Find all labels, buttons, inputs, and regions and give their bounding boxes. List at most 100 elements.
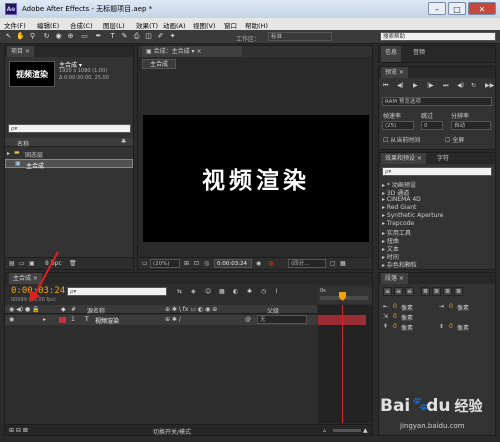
menu-effect[interactable]: 效果(T)	[136, 20, 158, 30]
selection-tool-icon[interactable]: ↖	[4, 32, 13, 41]
space-after-value[interactable]: 0	[449, 323, 453, 330]
graph-editor-icon[interactable]: ⌇	[275, 288, 278, 295]
bpc-label[interactable]: 8 bpc	[45, 260, 62, 267]
layer-name[interactable]: 视频渲染	[95, 316, 119, 325]
menu-file[interactable]: 文件(F)	[4, 20, 26, 30]
zoom-select[interactable]: (20%)	[150, 259, 180, 268]
loop-icon[interactable]: ↻	[471, 82, 476, 89]
align-center-icon[interactable]: ≡	[394, 287, 403, 296]
shy-layers-icon[interactable]: ☺	[205, 288, 211, 295]
hierarchy-icon[interactable]: ♣	[121, 138, 126, 145]
grid-icon[interactable]: ⊡	[194, 260, 199, 267]
help-search-input[interactable]: 搜索帮助	[380, 32, 496, 41]
trash-icon[interactable]: 🗑	[69, 260, 77, 267]
menu-layer[interactable]: 图层(L)	[103, 20, 125, 30]
color-channel-icon[interactable]: ◍	[268, 260, 273, 267]
pan-behind-tool-icon[interactable]: ⊕	[66, 32, 75, 41]
transparency-grid-icon[interactable]: ▦	[340, 260, 346, 267]
zoom-out-icon[interactable]: ▵	[323, 427, 326, 434]
project-tab[interactable]: 项目 ×	[7, 46, 34, 57]
resolution-select[interactable]: (四分...	[288, 259, 326, 268]
align-left-icon[interactable]: ≡	[383, 287, 392, 296]
prev-frame-icon[interactable]: ◀|	[397, 82, 404, 89]
first-frame-icon[interactable]: ⏮	[383, 82, 388, 90]
timeline-zoom-slider[interactable]	[333, 429, 361, 432]
brush-tool-icon[interactable]: ✎	[120, 32, 129, 41]
menu-window[interactable]: 窗口	[224, 20, 237, 30]
last-frame-icon[interactable]: ⏭	[443, 82, 448, 90]
toggle-switches-modes[interactable]: 切换开关/模式	[153, 427, 191, 436]
list-item[interactable]: ▸ CINEMA 4D	[382, 196, 421, 203]
zoom-tool-icon[interactable]: ⚲	[28, 32, 37, 41]
project-search-input[interactable]: ρ▾	[8, 124, 131, 133]
from-current-time-checkbox[interactable]: ☐ 从当前时间	[383, 135, 420, 144]
list-item[interactable]: ▸ Red Giant	[382, 204, 416, 211]
frame-blending-icon[interactable]: ▦	[219, 288, 225, 295]
zoom-in-icon[interactable]: ▲	[363, 427, 368, 434]
close-button[interactable]: ✕	[468, 2, 496, 15]
always-preview-icon[interactable]: ▭	[142, 260, 148, 267]
new-folder-icon[interactable]: ▭	[19, 260, 25, 267]
table-row[interactable]: ◉ ▸ 1 T 视频渲染 ⊕ ✱ / @ 无	[5, 315, 317, 325]
skip-select[interactable]: 0	[421, 121, 443, 130]
current-timecode[interactable]: 0:00:03:24	[11, 286, 65, 296]
minimize-button[interactable]: –	[428, 2, 446, 15]
full-screen-checkbox[interactable]: ☐ 全屏	[445, 135, 464, 144]
align-right-icon[interactable]: ≡	[405, 287, 414, 296]
pen-tool-icon[interactable]: ✒	[94, 32, 103, 41]
rectangle-tool-icon[interactable]: ▭	[80, 32, 89, 41]
comp-mini-flowchart-icon[interactable]: ⇆	[177, 288, 182, 295]
audio-tab[interactable]: 音频	[409, 46, 429, 62]
safe-zones-icon[interactable]: ⊞	[184, 260, 189, 267]
list-item[interactable]: ▸ Synthetic Aperture	[382, 212, 443, 219]
snapshot-icon[interactable]: ◎	[204, 260, 209, 267]
motion-blur-icon[interactable]: ◐	[233, 288, 238, 295]
source-name-header[interactable]: 源名称	[87, 306, 105, 315]
space-before-value[interactable]: 0	[393, 323, 397, 330]
av-switch-icon[interactable]: ◉ ◀) ● 🔒	[9, 306, 40, 313]
interpret-footage-icon[interactable]: ▤	[9, 260, 15, 267]
list-item[interactable]: ▸ Trapcode	[382, 220, 414, 227]
camera-tool-icon[interactable]: ◉	[54, 32, 63, 41]
expand-switches-icon[interactable]: ⊞ ⊟ ⊠	[9, 427, 28, 434]
region-of-interest-icon[interactable]: ▢	[330, 260, 336, 267]
roto-brush-tool-icon[interactable]: ✐	[156, 32, 165, 41]
text-tool-icon[interactable]: T	[108, 32, 117, 41]
menu-edit[interactable]: 编辑(E)	[37, 20, 59, 30]
character-tab[interactable]: 字符	[433, 153, 453, 164]
ram-preview-icon[interactable]: ▶▶	[485, 82, 494, 89]
maximize-button[interactable]: □	[448, 2, 466, 15]
expand-arrow-icon[interactable]: ▸	[43, 316, 46, 323]
menu-composition[interactable]: 合成(C)	[70, 20, 93, 30]
clone-stamp-tool-icon[interactable]: ⎙	[132, 32, 141, 41]
current-time-indicator[interactable]	[342, 305, 343, 423]
label-color-swatch[interactable]	[59, 317, 66, 323]
justify-left-icon[interactable]: ≣	[421, 287, 430, 296]
next-frame-icon[interactable]: |▶	[427, 82, 434, 89]
comp-viewer-tab[interactable]: ▣ 合成：主合成 ▾ ×	[142, 46, 242, 57]
draft-3d-icon[interactable]: ◈	[191, 288, 196, 295]
list-item[interactable]: ▸ ▬ 固态层	[5, 149, 133, 159]
hand-tool-icon[interactable]: ✋	[16, 32, 25, 41]
list-item[interactable]: ▸ 杂色和颗粒	[382, 260, 417, 269]
indent-left-value[interactable]: 0	[393, 303, 397, 310]
justify-right-icon[interactable]: ≣	[443, 287, 452, 296]
preview-tab[interactable]: 预览 ×	[381, 67, 408, 78]
viewer-timecode[interactable]: 0:00:03:24	[214, 259, 252, 268]
play-icon[interactable]: ▶	[413, 82, 418, 89]
paragraph-tab[interactable]: 段落 ×	[381, 273, 408, 284]
effects-tab[interactable]: 效果和预设 ×	[381, 153, 426, 164]
name-column-header[interactable]: 名称	[17, 139, 29, 148]
pickwhip-icon[interactable]: @	[245, 316, 251, 323]
parent-header[interactable]: 父级	[267, 306, 279, 315]
parent-select[interactable]: 无	[257, 315, 307, 324]
rotate-tool-icon[interactable]: ↻	[42, 32, 51, 41]
menu-help[interactable]: 帮助(H)	[245, 20, 268, 30]
info-tab[interactable]: 信息	[381, 46, 402, 62]
workspace-select[interactable]: 标准	[268, 32, 332, 41]
menu-animation[interactable]: 动画(A)	[163, 20, 186, 30]
new-comp-icon[interactable]: ▣	[29, 260, 35, 267]
timeline-tab[interactable]: 主合成 ×	[9, 273, 42, 284]
camera-icon[interactable]: ◉	[256, 260, 261, 267]
frame-rate-select[interactable]: (25)	[382, 121, 414, 130]
